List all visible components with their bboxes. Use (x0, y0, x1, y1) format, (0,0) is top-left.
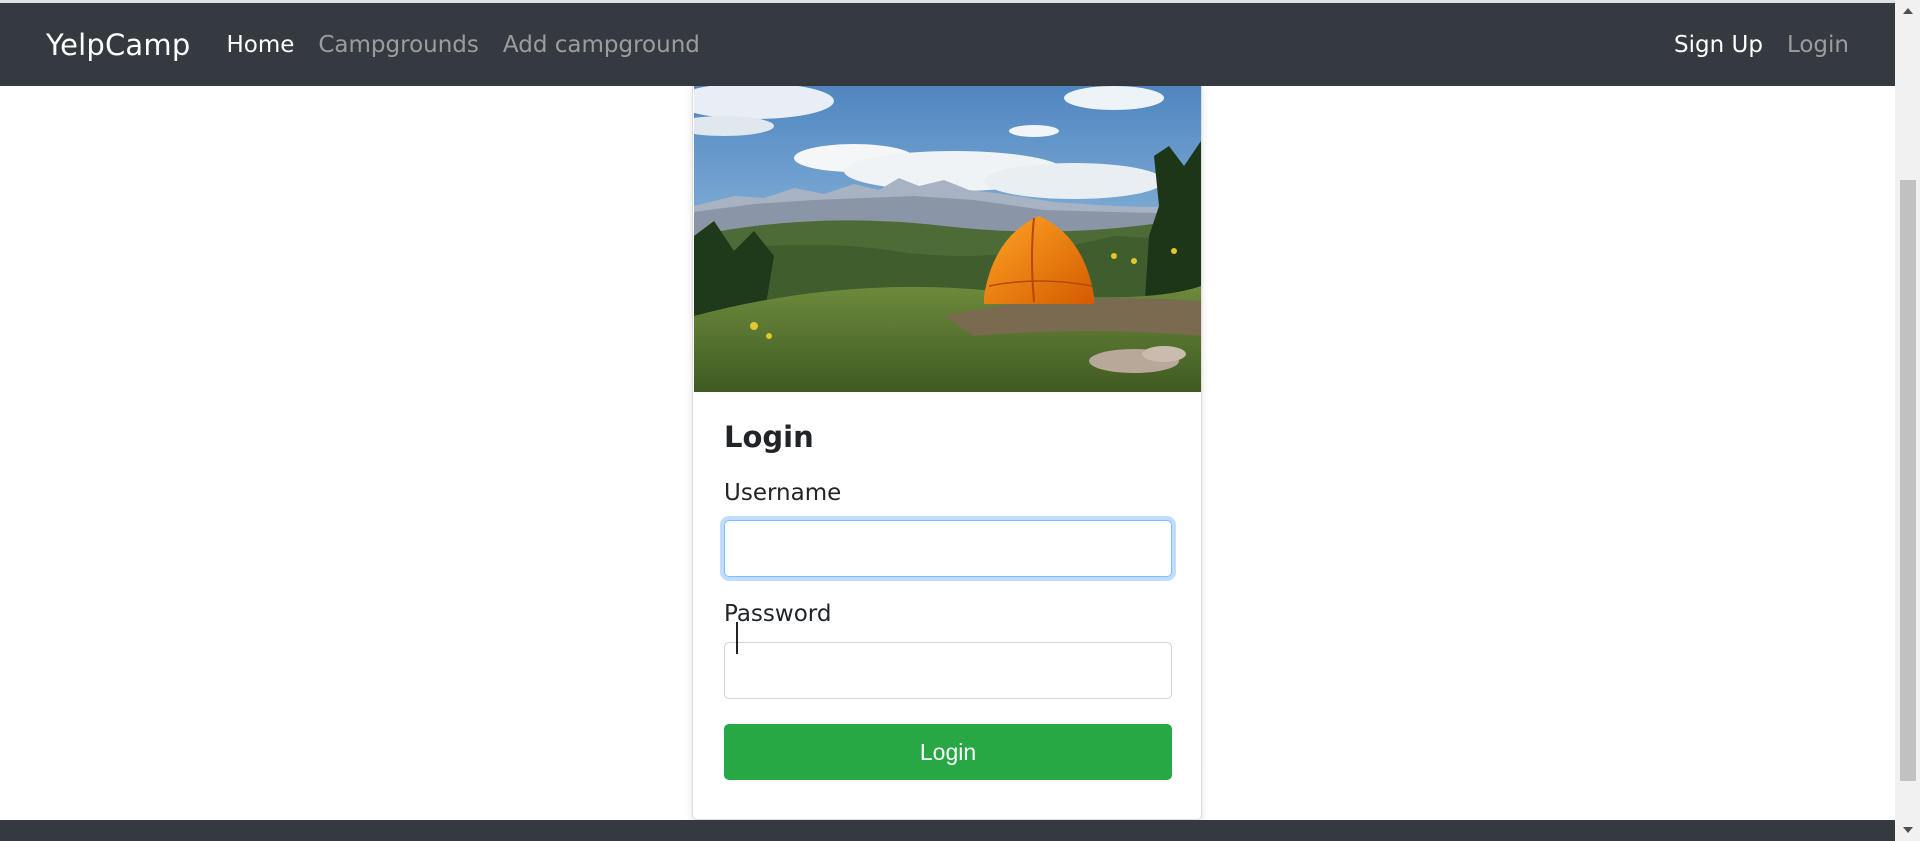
text-cursor (736, 622, 738, 654)
footer-bar (0, 820, 1895, 841)
scroll-down-arrow-icon[interactable] (1895, 819, 1920, 841)
nav-auth-links: Sign Up Login (1650, 32, 1849, 58)
login-submit-button[interactable]: Login (724, 724, 1172, 781)
scroll-thumb[interactable] (1900, 180, 1916, 781)
brand-logo[interactable]: YelpCamp (46, 28, 190, 62)
nav-login-link[interactable]: Login (1787, 32, 1849, 58)
login-card: Login Username Password Login (692, 86, 1202, 820)
login-form: Login Username Password Login (724, 392, 1172, 781)
scroll-up-arrow-icon[interactable] (1895, 0, 1920, 22)
nav-signup-link[interactable]: Sign Up (1674, 32, 1763, 58)
username-label: Username (724, 479, 842, 506)
password-input[interactable] (724, 642, 1172, 700)
campsite-image (694, 86, 1201, 392)
password-label: Password (724, 601, 832, 628)
username-input[interactable] (724, 520, 1172, 578)
page-scrollbar[interactable] (1895, 0, 1920, 841)
nav-add-campground-link[interactable]: Add campground (503, 32, 700, 58)
nav-campgrounds-link[interactable]: Campgrounds (318, 32, 479, 58)
navbar: YelpCamp Home Campgrounds Add campground… (0, 3, 1895, 86)
login-title: Login (724, 420, 814, 454)
nav-home-link[interactable]: Home (226, 32, 294, 58)
